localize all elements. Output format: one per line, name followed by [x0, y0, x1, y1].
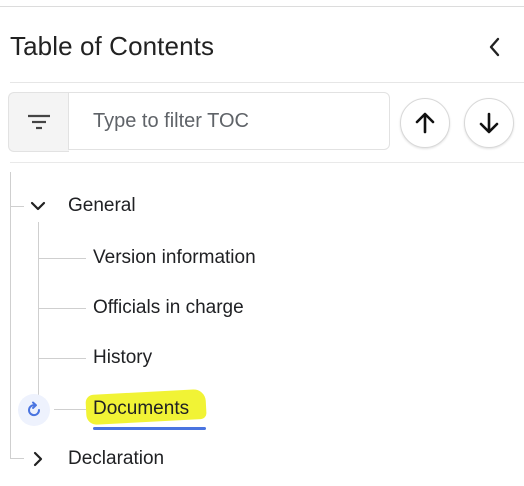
filter-toggle-button[interactable] [8, 92, 69, 152]
page-title: Table of Contents [10, 31, 215, 61]
tree-connector [38, 258, 86, 259]
next-match-button[interactable] [464, 98, 514, 148]
arrow-down-icon [479, 112, 499, 134]
toc-item-general[interactable]: General [68, 194, 136, 218]
header-divider [10, 82, 524, 83]
tree-branch-line [38, 222, 39, 410]
chevron-down-icon [30, 201, 46, 211]
collapse-panel-button[interactable] [480, 30, 510, 64]
tree-connector [10, 206, 24, 207]
top-border [0, 6, 524, 7]
tree-root-line [10, 172, 11, 458]
chevron-left-icon [489, 37, 500, 57]
tree-divider [10, 162, 524, 163]
arrow-up-icon [415, 112, 435, 134]
active-item-indicator [93, 427, 206, 430]
tree-connector [54, 409, 86, 410]
toc-item-officials-in-charge[interactable]: Officials in charge [93, 296, 244, 320]
toc-item-version-information[interactable]: Version information [93, 246, 256, 270]
toc-item-history[interactable]: History [93, 346, 152, 370]
chevron-right-icon [33, 451, 43, 467]
filter-lines-icon [28, 114, 50, 130]
expand-toggle-general[interactable] [28, 196, 48, 216]
toc-filter-input[interactable] [68, 92, 390, 150]
filter-row [8, 90, 524, 154]
refresh-icon-glyph [28, 401, 41, 417]
refresh-icon[interactable] [18, 394, 50, 426]
tree-connector [10, 458, 24, 459]
previous-match-button[interactable] [400, 98, 450, 148]
tree-connector [38, 358, 86, 359]
toc-panel: Table of Contents Type to filter TOC Gen… [0, 0, 524, 486]
tree-connector [38, 308, 86, 309]
toc-item-documents[interactable]: Documents [93, 397, 189, 421]
toc-item-declaration[interactable]: Declaration [68, 447, 164, 471]
expand-toggle-declaration[interactable] [28, 449, 48, 469]
